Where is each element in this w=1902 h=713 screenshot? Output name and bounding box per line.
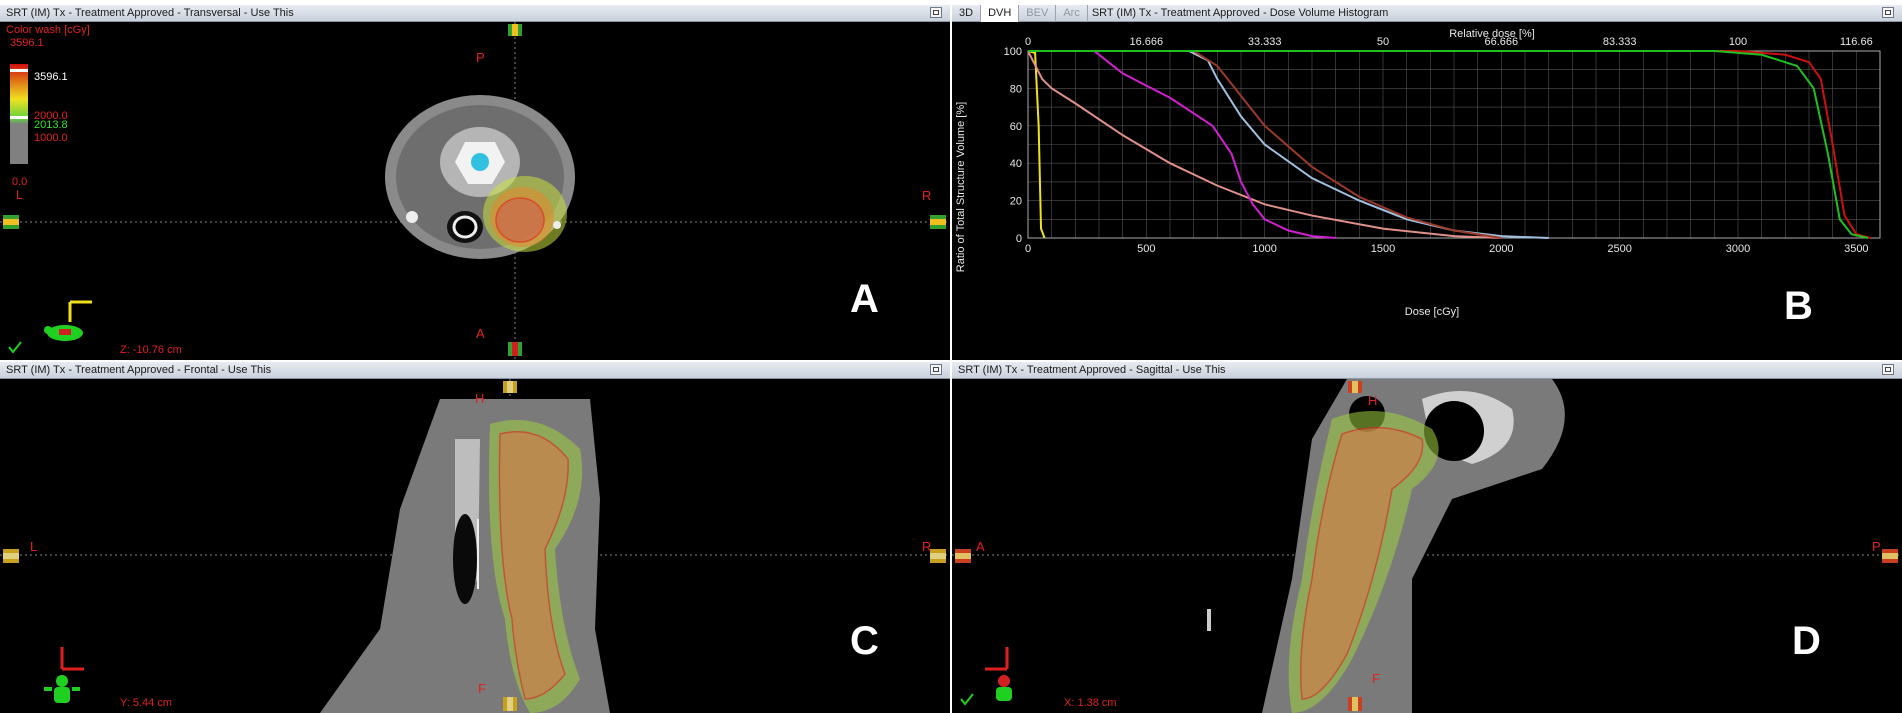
panel-letter-a: A bbox=[850, 277, 879, 321]
dvh-grid bbox=[1027, 50, 1881, 239]
ratio-tick-label: 20 bbox=[1010, 196, 1022, 208]
relative-dose-axis-label: Relative dose [%] bbox=[1449, 28, 1535, 40]
slice-coordinate: Z: -10.76 cm bbox=[120, 344, 182, 356]
orient-left-label: L bbox=[16, 188, 23, 202]
tab-3d[interactable]: 3D bbox=[952, 5, 982, 22]
transversal-title: SRT (IM) Tx - Treatment Approved - Trans… bbox=[0, 5, 950, 22]
relative-dose-tick-label: 0 bbox=[1025, 36, 1031, 48]
orient-top-label: H bbox=[475, 391, 485, 406]
dvh-ticks: 0 500 1000 1500 2000 2500 3000 3500020406080100… bbox=[1004, 36, 1873, 255]
dvh-title: SRT (IM) Tx - Treatment Approved - Dose … bbox=[1091, 7, 1389, 19]
panel-letter-b: B bbox=[1784, 284, 1813, 328]
dvh-view[interactable]: 0 500 1000 1500 2000 2500 3000 3500 0 20 40 60 80 100… bbox=[952, 22, 1902, 360]
slice-coordinate: Y: 5.44 cm bbox=[120, 697, 172, 709]
relative-dose-tick-label: 83.333 bbox=[1603, 36, 1637, 48]
ratio-tick-label: 40 bbox=[1010, 158, 1022, 170]
tab-arc[interactable]: Arc bbox=[1056, 5, 1088, 22]
frontal-panel[interactable]: SRT (IM) Tx - Treatment Approved - Front… bbox=[0, 362, 950, 713]
checkmark-icon bbox=[8, 341, 22, 354]
relative-dose-tick-label: 16.666 bbox=[1130, 36, 1164, 48]
orient-bottom-label: F bbox=[478, 681, 486, 696]
colorwash-label: Color wash [cGy] bbox=[6, 24, 90, 36]
transversal-image bbox=[0, 22, 950, 360]
maximize-icon[interactable] bbox=[1882, 364, 1894, 375]
dose-tick-label: 2500 bbox=[1607, 243, 1631, 255]
ratio-tick-label: 100 bbox=[1004, 46, 1022, 58]
orient-bottom-label: F bbox=[1372, 671, 1380, 686]
orient-left-label: A bbox=[976, 539, 985, 554]
checkmark-icon bbox=[960, 693, 974, 706]
sagittal-view[interactable]: H A P F X: 1.38 cm D bbox=[952, 379, 1902, 713]
color-scale-bar bbox=[10, 64, 28, 164]
dose-tick-label: 0 bbox=[1025, 243, 1031, 255]
ratio-tick-label: 0 bbox=[1016, 233, 1022, 245]
ratio-tick-label: 60 bbox=[1010, 121, 1022, 133]
maximize-icon[interactable] bbox=[930, 7, 942, 18]
relative-dose-tick-label: 33.333 bbox=[1248, 36, 1282, 48]
scale-top-value: 3596.1 bbox=[34, 71, 68, 83]
sagittal-panel[interactable]: SRT (IM) Tx - Treatment Approved - Sagit… bbox=[952, 362, 1902, 713]
scale-zero-value: 0.0 bbox=[12, 176, 28, 188]
orient-right-label: R bbox=[922, 188, 932, 203]
dose-tick-label: 1000 bbox=[1252, 243, 1276, 255]
frontal-title: SRT (IM) Tx - Treatment Approved - Front… bbox=[0, 362, 950, 379]
dvh-chart: 0 500 1000 1500 2000 2500 3000 3500020406080100… bbox=[955, 28, 1881, 318]
orient-top-label: P bbox=[476, 50, 485, 65]
dose-tick-label: 1500 bbox=[1371, 243, 1395, 255]
slice-coordinate: X: 1.38 cm bbox=[1064, 697, 1117, 709]
dose-tick-label: 3000 bbox=[1726, 243, 1750, 255]
dose-tick-label: 500 bbox=[1137, 243, 1155, 255]
dose-tick-label: 2000 bbox=[1489, 243, 1513, 255]
scale-low-value: 1000.0 bbox=[34, 132, 68, 144]
panel-letter-c: C bbox=[850, 619, 879, 663]
maximize-icon[interactable] bbox=[930, 364, 942, 375]
tab-dvh[interactable]: DVH bbox=[981, 5, 1020, 22]
dose-axis-label: Dose [cGy] bbox=[1405, 306, 1459, 318]
transversal-panel[interactable]: SRT (IM) Tx - Treatment Approved - Trans… bbox=[0, 5, 950, 360]
orient-right-label: P bbox=[1872, 539, 1881, 554]
relative-dose-tick-label: 50 bbox=[1377, 36, 1389, 48]
orientation-figure-icon bbox=[44, 647, 84, 703]
orient-bottom-label: A bbox=[476, 326, 485, 341]
orient-right-label: R bbox=[922, 539, 932, 554]
orient-top-label: H bbox=[1368, 393, 1378, 408]
dvh-titlebar: 3D DVH BEV Arc SRT (IM) Tx - Treatment Appro… bbox=[952, 5, 1902, 22]
ratio-axis-label: Ratio of Total Structure Volume [%] bbox=[955, 102, 967, 272]
maximize-icon[interactable] bbox=[1882, 7, 1894, 18]
sagittal-title: SRT (IM) Tx - Treatment Approved - Sagit… bbox=[952, 362, 1902, 379]
ratio-tick-label: 80 bbox=[1010, 83, 1022, 95]
dvh-panel[interactable]: 3D DVH BEV Arc SRT (IM) Tx - Treatment Appro… bbox=[952, 5, 1902, 360]
orientation-figure-icon bbox=[985, 647, 1012, 701]
relative-dose-tick-label: 116.66 bbox=[1840, 36, 1873, 48]
frontal-image bbox=[0, 379, 950, 713]
scale-max-value: 3596.1 bbox=[10, 37, 44, 49]
frontal-view[interactable]: H L R F Y: 5.44 cm C bbox=[0, 379, 950, 713]
transversal-view[interactable]: Color wash [cGy] 3596.1 3596.1 2000.0 20… bbox=[0, 22, 950, 360]
dose-tick-label: 3500 bbox=[1844, 243, 1868, 255]
sagittal-image bbox=[952, 379, 1902, 713]
orient-left-label: L bbox=[30, 539, 38, 554]
panel-letter-d: D bbox=[1792, 619, 1821, 663]
scale-mid-green-value: 2013.8 bbox=[34, 119, 68, 131]
tab-bev[interactable]: BEV bbox=[1019, 5, 1057, 22]
relative-dose-tick-label: 100 bbox=[1729, 36, 1747, 48]
orientation-figure-icon bbox=[44, 300, 92, 341]
